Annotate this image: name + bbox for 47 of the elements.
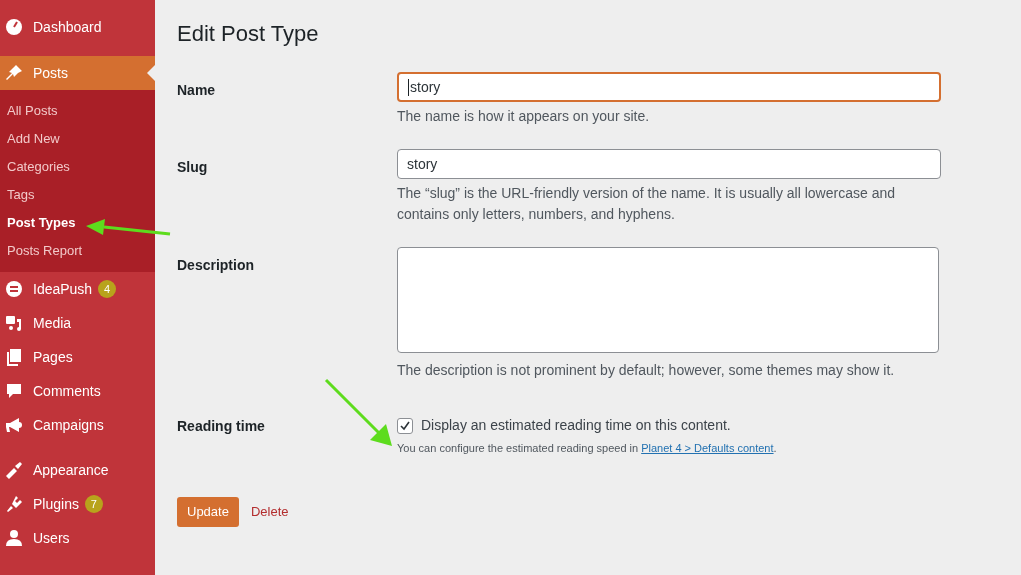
update-button[interactable]: Update [177, 496, 239, 527]
menu-icon [4, 313, 24, 333]
menu-item[interactable]: Campaigns [0, 408, 155, 442]
menu-item[interactable]: Appearance [0, 453, 155, 487]
menu-item[interactable]: Plugins 7 [0, 487, 155, 521]
count-badge: 7 [84, 495, 103, 513]
note-text: You can configure the estimated reading speed in [397, 441, 639, 456]
note-text: . [773, 441, 777, 456]
text-field[interactable]: story [397, 149, 941, 179]
help-text: The “slug” is the URL-friendly version of the name. It is usually all lowercase and contains only letters, numbers, and hyphens. [397, 184, 896, 224]
page-title: Edit Post Type [177, 20, 320, 48]
submenu-item[interactable]: All Posts [0, 97, 58, 125]
submenu-item[interactable]: Tags [0, 181, 35, 209]
menu-item[interactable]: Comments [0, 374, 155, 408]
menu-icon [4, 347, 24, 367]
submenu-item[interactable]: Post Types [0, 209, 76, 237]
field-label: Slug [177, 158, 209, 177]
checkbox[interactable] [397, 417, 413, 434]
menu-icon [4, 279, 24, 299]
field-label: Description [177, 256, 255, 275]
menu-icon [4, 381, 24, 401]
field-label: Name [177, 81, 217, 100]
description-textarea[interactable] [397, 247, 939, 353]
menu-item[interactable]: Media [0, 306, 155, 340]
menu-icon [4, 528, 24, 548]
menu-icon [4, 17, 24, 37]
delete-link[interactable]: Delete [250, 501, 289, 522]
menu-icon [4, 460, 24, 480]
field-label: Reading time [177, 417, 266, 436]
count-badge: 4 [98, 280, 117, 298]
menu-item[interactable]: Dashboard [0, 10, 155, 44]
menu-icon [4, 63, 24, 83]
text-cursor [408, 78, 409, 96]
menu-item[interactable]: IdeaPush 4 [0, 272, 155, 306]
text-field[interactable]: story [397, 72, 941, 102]
submenu-item[interactable]: Add New [0, 125, 60, 153]
menu-item[interactable]: Posts [0, 56, 155, 90]
submenu-item[interactable]: Categories [0, 153, 70, 181]
help-text: The description is not prominent by default; however, some themes may show it. [397, 361, 896, 380]
menu-icon [4, 494, 24, 514]
help-text: The name is how it appears on your site. [397, 107, 651, 126]
submenu-item[interactable]: Posts Report [0, 237, 83, 265]
settings-link[interactable]: Planet 4 > Defaults content [641, 440, 774, 457]
menu-item[interactable]: Users [0, 521, 155, 555]
menu-icon [4, 415, 24, 435]
menu-item[interactable]: Pages [0, 340, 155, 374]
checkbox-label: Display an estimated reading time on this content. [421, 416, 731, 435]
